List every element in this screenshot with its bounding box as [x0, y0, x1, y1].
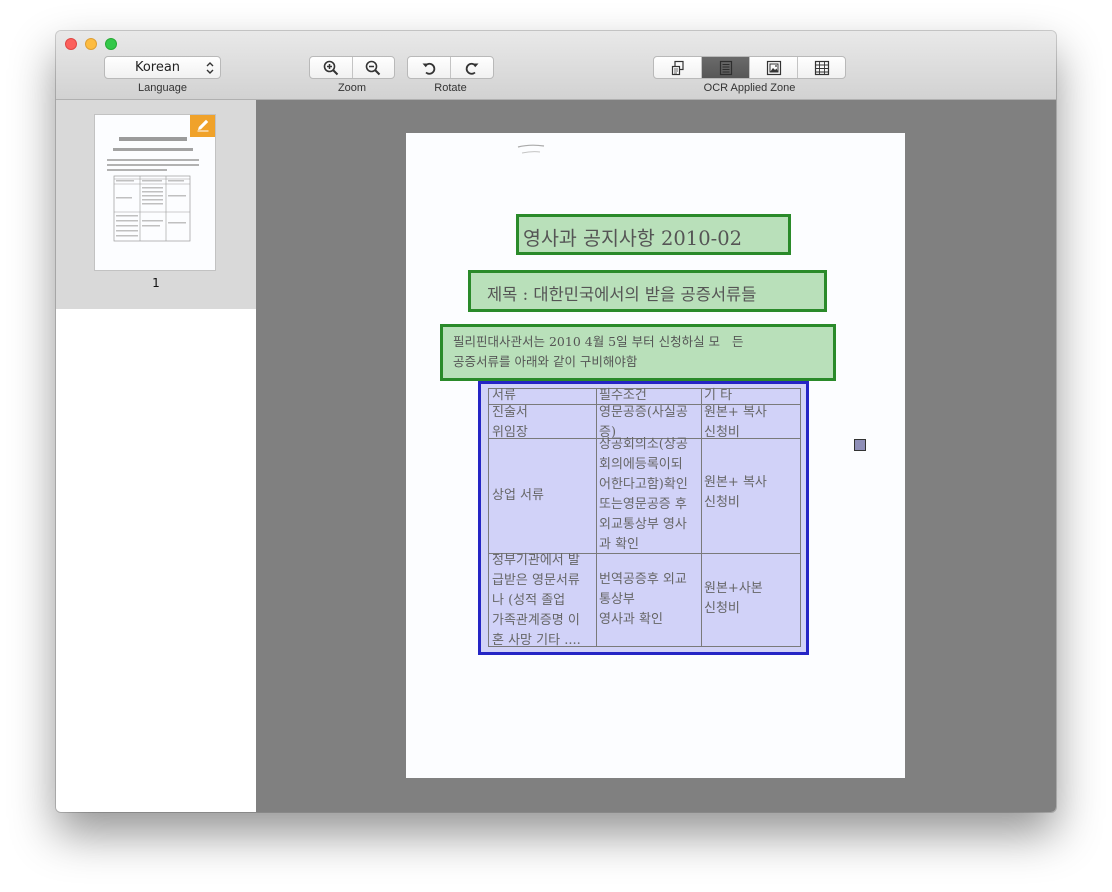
rotate-left-button[interactable]: [408, 57, 450, 78]
zoom-out-button[interactable]: [351, 57, 395, 78]
doc-subject: 제목 : 대한민국에서의 받을 공증서류들: [487, 285, 757, 304]
pencil-icon: [196, 117, 210, 136]
minimize-window-button[interactable]: [85, 38, 97, 50]
language-label: Language: [138, 82, 187, 94]
ocr-text-zone-intro[interactable]: 필리핀대사관서는 2010 4월 5일 부터 신청하실 모 든 공증서류를 아래…: [440, 324, 836, 381]
table-cell: 상업 서류: [492, 488, 544, 503]
table-cell: 상공회의소(상공 회의에등록이되 어한다고함)확인 또는영문공증 후 외교통상부…: [599, 437, 688, 552]
image-zone-button[interactable]: [749, 57, 797, 78]
language-value: Korean: [134, 60, 181, 75]
scan-mark: [517, 144, 545, 154]
page-thumbnail-sidebar: 1: [56, 100, 256, 812]
text-zone-button[interactable]: [701, 57, 749, 78]
zoom-in-button[interactable]: [310, 57, 352, 78]
zoom-in-icon: [323, 60, 339, 76]
ocr-zone-label: OCR Applied Zone: [703, 82, 796, 94]
zoom-control: [309, 56, 395, 79]
doc-table: 서류 필수조건 기 타 진술서 위임장 영문공증(사실공 증) 원본+ 복사 신…: [488, 388, 801, 648]
document-canvas[interactable]: 영사과 공지사항 2010-02 제목 : 대한민국에서의 받을 공증서류들 필…: [256, 100, 1056, 812]
image-zone-icon: [766, 60, 782, 76]
page-thumbnail-item[interactable]: 1: [56, 100, 256, 309]
table-zone-icon: [814, 60, 830, 76]
table-cell: 원본+ 복사 신청비: [704, 475, 767, 510]
table-cell: 진술서 위임장: [492, 405, 528, 440]
table-rule: [701, 389, 702, 646]
rotate-right-icon: [464, 60, 480, 76]
rotate-label: Rotate: [434, 82, 467, 94]
rotate-right-button[interactable]: [450, 57, 493, 78]
page-number: 1: [152, 276, 160, 290]
zoom-out-icon: [365, 60, 381, 76]
table-cell: 정부기관에서 발 급받은 영문서류 나 (성적 졸업 가족관계증명 이 혼 사망…: [492, 553, 581, 648]
language-select[interactable]: Korean: [104, 56, 221, 79]
zone-resize-handle[interactable]: [854, 439, 866, 451]
ocr-text-zone-subject[interactable]: 제목 : 대한민국에서의 받을 공증서류들: [468, 270, 827, 312]
table-cell: 원본+ 복사 신청비: [704, 405, 767, 440]
rotate-left-icon: [421, 60, 437, 76]
mixed-zone-icon: [670, 60, 686, 76]
mixed-zone-button[interactable]: [654, 57, 701, 78]
rotate-control: [407, 56, 494, 79]
page-thumbnail-image: [95, 115, 215, 270]
app-window: Korean Language Zoom Rotate OCR Applied …: [56, 31, 1056, 812]
ocr-table-zone[interactable]: 서류 필수조건 기 타 진술서 위임장 영문공증(사실공 증) 원본+ 복사 신…: [478, 381, 809, 655]
edit-badge[interactable]: [190, 115, 215, 137]
document-page[interactable]: 영사과 공지사항 2010-02 제목 : 대한민국에서의 받을 공증서류들 필…: [406, 133, 905, 778]
text-zone-icon: [718, 60, 734, 76]
doc-intro-line-2: 공증서류를 아래와 같이 구비해야함: [453, 354, 638, 369]
toolbar: Korean Language Zoom Rotate OCR Applied …: [56, 31, 1056, 100]
ocr-zone-control: [653, 56, 846, 79]
table-rule: [596, 389, 597, 646]
table-zone-button[interactable]: [797, 57, 845, 78]
updown-chevron-icon: [206, 61, 214, 79]
table-cell: 번역공증후 외교 통상부 영사과 확인: [599, 572, 687, 627]
zoom-label: Zoom: [337, 82, 367, 94]
doc-intro-line-1: 필리핀대사관서는 2010 4월 5일 부터 신청하실 모 든: [453, 334, 744, 349]
zoom-window-button[interactable]: [105, 38, 117, 50]
close-window-button[interactable]: [65, 38, 77, 50]
doc-title: 영사과 공지사항 2010-02: [523, 227, 743, 250]
ocr-text-zone-title[interactable]: 영사과 공지사항 2010-02: [516, 214, 791, 255]
table-cell: 원본+사본 신청비: [704, 581, 763, 616]
